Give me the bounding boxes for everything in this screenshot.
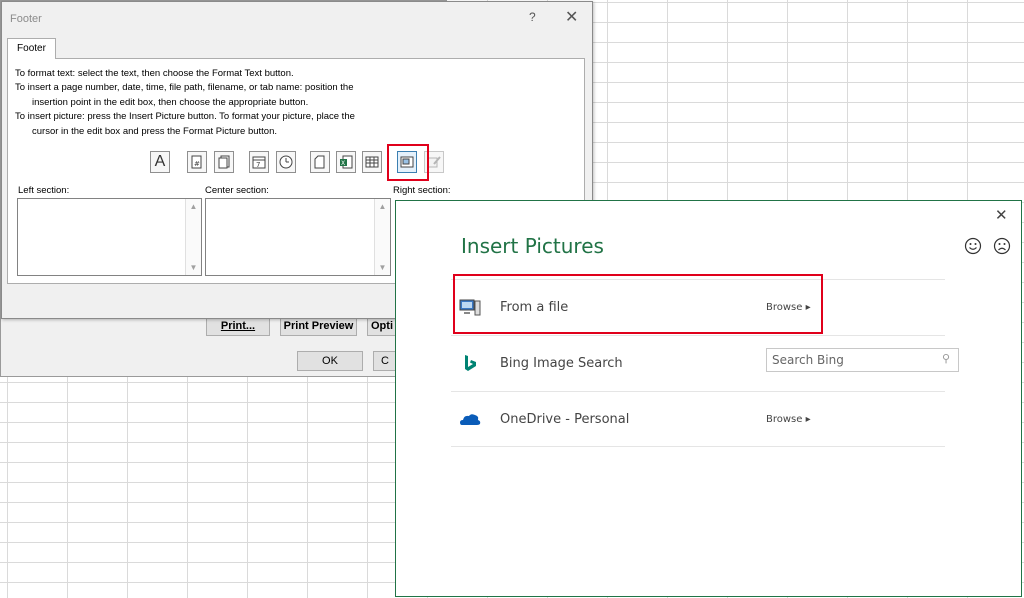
instruction-line: To insert a page number, date, time, fil… <box>15 82 354 94</box>
search-placeholder: Search Bing <box>772 353 844 367</box>
right-section-label: Right section: <box>393 185 451 196</box>
svg-text:#: # <box>194 160 200 168</box>
browse-link[interactable]: Browse ▸ <box>766 414 811 425</box>
instruction-line: To format text: select the text, then ch… <box>15 68 294 79</box>
instruction-line: insertion point in the edit box, then ch… <box>32 96 309 108</box>
print-preview-button[interactable]: Print Preview <box>280 316 357 336</box>
page-number-icon: # <box>191 155 202 169</box>
search-icon[interactable]: ⚲ <box>942 352 950 365</box>
row-label: OneDrive - Personal <box>500 412 630 427</box>
ok-button[interactable]: OK <box>297 351 363 371</box>
onedrive-row[interactable]: OneDrive - Personal Browse ▸ <box>451 391 945 447</box>
bing-search-row: Bing Image Search Search Bing ⚲ <box>451 335 959 391</box>
options-button[interactable]: Opti <box>367 316 397 336</box>
center-section-input[interactable]: ▲ ▼ <box>205 198 391 276</box>
help-button[interactable]: ? <box>529 10 536 24</box>
bing-search-input[interactable]: Search Bing ⚲ <box>766 348 959 372</box>
clock-icon <box>279 155 293 169</box>
dialog-title: Footer <box>10 13 42 25</box>
close-button[interactable]: ✕ <box>565 7 578 27</box>
insert-number-of-pages-button[interactable] <box>214 151 234 173</box>
number-of-pages-icon <box>218 155 230 169</box>
bing-icon <box>465 355 476 371</box>
print-button[interactable]: Print... <box>206 316 270 336</box>
close-icon[interactable]: ✕ <box>995 206 1008 224</box>
insert-sheet-name-button[interactable] <box>362 151 382 173</box>
format-picture-icon <box>427 156 441 168</box>
insert-file-name-button[interactable]: X <box>336 151 356 173</box>
from-file-highlight <box>453 274 823 334</box>
calendar-icon: 7 <box>252 156 266 169</box>
onedrive-icon <box>460 414 481 425</box>
scrollbar[interactable]: ▲ ▼ <box>374 199 390 275</box>
left-section-label: Left section: <box>18 185 70 196</box>
format-text-icon: A <box>154 153 166 170</box>
sheet-icon <box>365 156 379 168</box>
smile-icon[interactable] <box>964 237 982 255</box>
insert-file-path-button[interactable] <box>310 151 330 173</box>
frown-icon[interactable] <box>993 237 1011 255</box>
insert-picture-highlight <box>387 144 429 181</box>
row-label: Bing Image Search <box>500 356 623 371</box>
cancel-button[interactable]: C <box>373 351 397 371</box>
insert-pictures-panel: ✕ Insert Pictures From a file Browse ▸ B… <box>395 200 1022 597</box>
scrollbar[interactable]: ▲ ▼ <box>185 199 201 275</box>
format-text-button[interactable]: A <box>150 151 170 173</box>
instruction-line: cursor in the edit box and press the For… <box>32 125 278 137</box>
file-path-icon <box>314 155 325 169</box>
panel-title: Insert Pictures <box>461 234 604 258</box>
left-section-input[interactable]: ▲ ▼ <box>17 198 202 276</box>
center-section-label: Center section: <box>205 185 269 196</box>
insert-page-number-button[interactable]: # <box>187 151 207 173</box>
svg-text:7: 7 <box>256 161 260 169</box>
instruction-line: To insert picture: press the Insert Pict… <box>15 111 355 123</box>
tab-footer[interactable]: Footer <box>7 38 56 59</box>
insert-time-button[interactable] <box>276 151 296 173</box>
svg-text:X: X <box>341 160 345 167</box>
instructions: To format text: select the text, then ch… <box>15 67 355 139</box>
insert-date-button[interactable]: 7 <box>249 151 269 173</box>
excel-file-icon: X <box>340 155 353 169</box>
